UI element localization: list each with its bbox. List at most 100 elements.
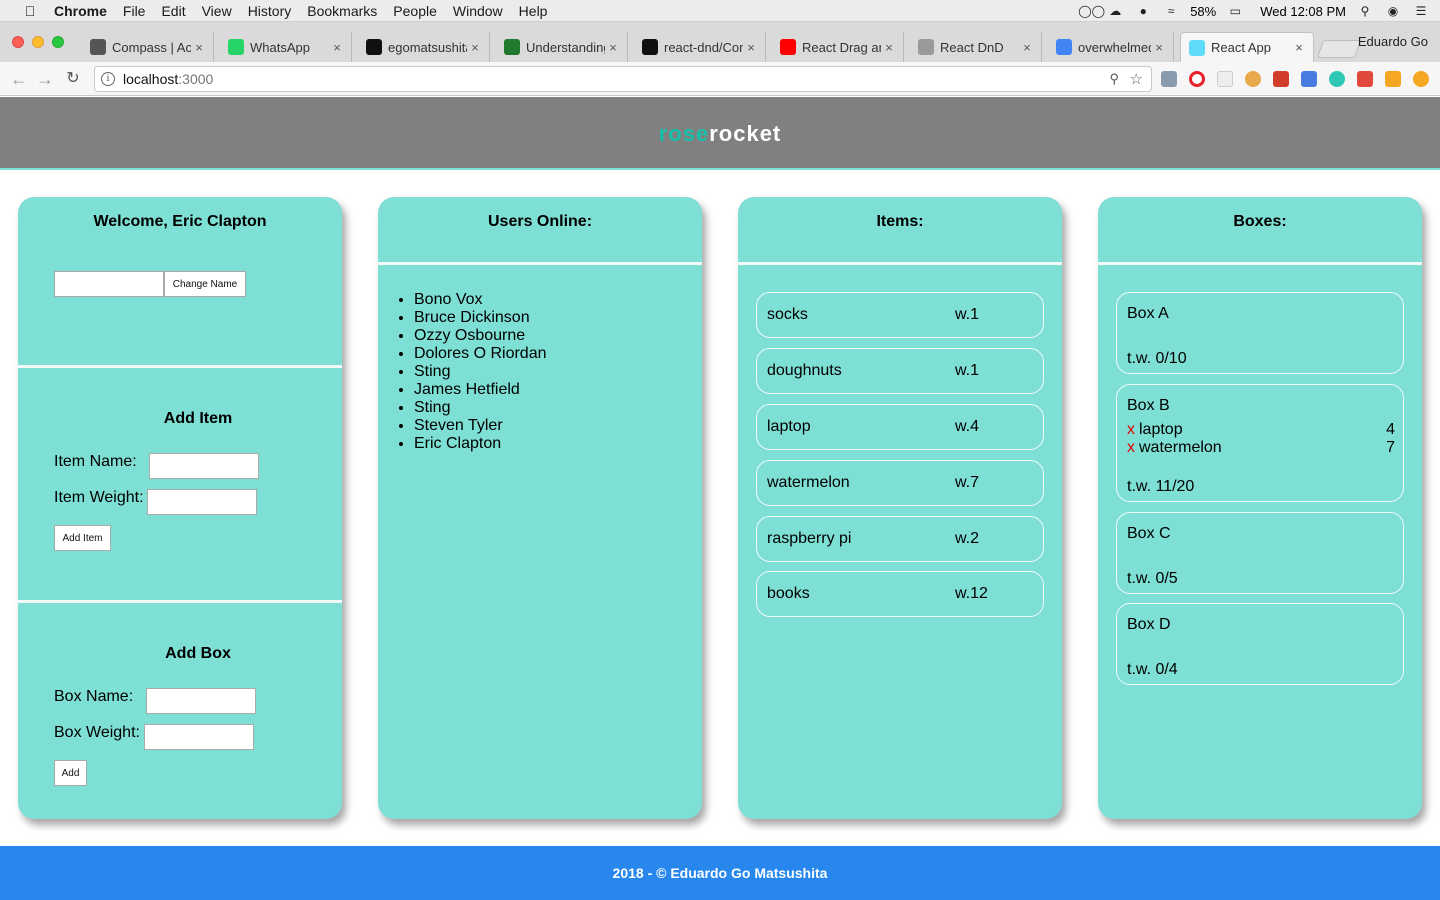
add-item-button[interactable]: Add Item [54, 525, 111, 551]
user-panel-card: Welcome, Eric Clapton Change Name Add It… [18, 197, 342, 819]
box-item-weight: 4 [1386, 421, 1395, 438]
tab-close-icon[interactable]: × [743, 40, 759, 55]
box-card[interactable]: Box D t.w. 0/4 [1116, 603, 1404, 685]
item-card[interactable]: watermelon w.7 [756, 460, 1044, 506]
profile-name[interactable]: Eduardo Go [1358, 34, 1428, 49]
box-weight-input[interactable] [144, 724, 254, 750]
apple-menu-icon[interactable]:  [20, 3, 40, 19]
menu-edit[interactable]: Edit [161, 3, 185, 19]
clock[interactable]: Wed 12:08 PM [1260, 4, 1346, 19]
items-card: Items: socks w.1 doughnuts w.1 laptop w.4 wate… [738, 197, 1062, 819]
box-card[interactable]: Box C t.w. 0/5 [1116, 512, 1404, 594]
box-total-weight: t.w. 0/10 [1127, 350, 1187, 367]
new-tab-button[interactable] [1316, 40, 1362, 58]
user-list-item: Bono Vox [414, 291, 547, 309]
tab-3[interactable]: egomatsushita × [358, 32, 490, 62]
item-card[interactable]: laptop w.4 [756, 404, 1044, 450]
bookmark-star-icon[interactable]: ☆ [1130, 70, 1143, 88]
tab-close-icon[interactable]: × [191, 40, 207, 55]
tab-4[interactable]: Understanding × [496, 32, 628, 62]
section-divider [738, 262, 1062, 265]
tab-2[interactable]: WhatsApp × [220, 32, 352, 62]
tab-close-icon[interactable]: × [1151, 40, 1167, 55]
back-arrow-icon[interactable]: ← [8, 68, 30, 90]
extension-upload-icon[interactable] [1413, 71, 1429, 87]
tab-close-icon[interactable]: × [605, 40, 621, 55]
site-info-icon[interactable]: i [101, 72, 115, 86]
menu-file[interactable]: File [123, 3, 146, 19]
extension-grid-icon[interactable] [1273, 71, 1289, 87]
change-name-button[interactable]: Change Name [164, 271, 246, 297]
tab-8[interactable]: overwhelmed × [1048, 32, 1174, 62]
item-card[interactable]: raspberry pi w.2 [756, 516, 1044, 562]
tab-7[interactable]: React DnD × [910, 32, 1042, 62]
tab-close-icon[interactable]: × [329, 40, 345, 55]
reload-icon[interactable]: ↻ [62, 68, 84, 90]
page-footer: 2018 - © Eduardo Go Matsushita [0, 846, 1440, 900]
tab-close-icon[interactable]: × [467, 40, 483, 55]
tab-label: overwhelmed [1078, 39, 1151, 55]
extension-bookmark-icon[interactable] [1357, 71, 1373, 87]
remove-item-icon[interactable]: x [1127, 421, 1135, 438]
zoom-window-button[interactable] [52, 36, 64, 48]
add-box-button[interactable]: Add [54, 760, 87, 786]
extension-drive-icon[interactable] [1161, 71, 1177, 87]
menu-bookmarks[interactable]: Bookmarks [307, 3, 377, 19]
menu-view[interactable]: View [202, 3, 232, 19]
siri-icon[interactable]: ◉ [1384, 4, 1402, 18]
address-port: :3000 [178, 71, 214, 87]
glasses-icon[interactable]: ◯◯ [1078, 4, 1105, 18]
notification-center-icon[interactable]: ☰ [1412, 4, 1430, 18]
name-input[interactable] [54, 271, 164, 297]
close-window-button[interactable] [12, 36, 24, 48]
wifi-icon[interactable]: ≈ [1162, 4, 1180, 18]
box-card[interactable]: Box A t.w. 0/10 [1116, 292, 1404, 374]
item-name-input[interactable] [149, 453, 259, 479]
tab-5[interactable]: react-dnd/Con × [634, 32, 766, 62]
box-name: Box D [1127, 616, 1171, 633]
user-list-item: Sting [414, 399, 547, 417]
box-card[interactable]: Box B x laptop 4 x watermelon 7 t.w. 11/20 [1116, 384, 1404, 502]
menu-window[interactable]: Window [453, 3, 503, 19]
github-icon [366, 39, 382, 55]
tab-close-icon[interactable]: × [881, 40, 897, 55]
extension-translate-icon[interactable] [1301, 71, 1317, 87]
box-name: Box B [1127, 397, 1170, 414]
item-card[interactable]: books w.12 [756, 571, 1044, 617]
spotlight-search-icon[interactable]: ⚲ [1356, 4, 1374, 18]
tab-9[interactable]: React App × [1180, 32, 1314, 62]
cloud-icon[interactable]: ☁ [1106, 4, 1124, 18]
tab-label: react-dnd/Con [664, 39, 743, 55]
extension-blank-icon[interactable] [1217, 71, 1233, 87]
box-name-input[interactable] [146, 688, 256, 714]
item-card[interactable]: socks w.1 [756, 292, 1044, 338]
section-divider [18, 365, 342, 368]
item-card[interactable]: doughnuts w.1 [756, 348, 1044, 394]
address-bar[interactable]: i localhost:3000 ⚲ ☆ [94, 66, 1152, 92]
extension-box-icon[interactable] [1385, 71, 1401, 87]
tab-close-icon[interactable]: × [1291, 40, 1307, 55]
user-list-item: Steven Tyler [414, 417, 547, 435]
item-name: doughnuts [767, 362, 842, 379]
remove-item-icon[interactable]: x [1127, 439, 1135, 456]
app-menu[interactable]: Chrome [54, 3, 107, 19]
boxes-heading: Boxes: [1233, 213, 1287, 230]
menu-people[interactable]: People [393, 3, 437, 19]
tab-6[interactable]: React Drag an × [772, 32, 904, 62]
menu-history[interactable]: History [248, 3, 292, 19]
minimize-window-button[interactable] [32, 36, 44, 48]
extension-m-icon[interactable] [1329, 71, 1345, 87]
tab-1[interactable]: Compass | Acc × [82, 32, 214, 62]
welcome-heading: Welcome, Eric Clapton [93, 213, 267, 230]
forward-arrow-icon[interactable]: → [34, 68, 56, 90]
tab-close-icon[interactable]: × [1019, 40, 1035, 55]
brand-logo: roserocket [658, 121, 782, 146]
extension-cookie-icon[interactable] [1245, 71, 1261, 87]
spreadsheet-icon [504, 39, 520, 55]
elephant-icon[interactable]: ● [1134, 4, 1152, 18]
battery-icon[interactable]: ▭ [1226, 4, 1244, 18]
item-weight-input[interactable] [147, 489, 257, 515]
zoom-magnifier-icon[interactable]: ⚲ [1109, 71, 1119, 87]
extension-opera-icon[interactable] [1189, 71, 1205, 87]
menu-help[interactable]: Help [519, 3, 548, 19]
